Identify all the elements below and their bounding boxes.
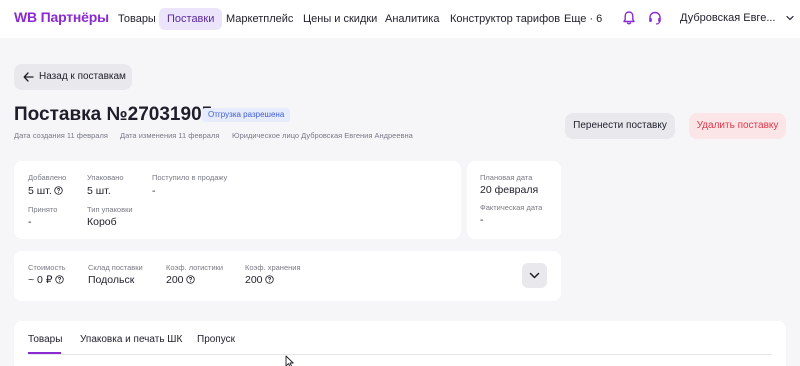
nav-item-analytics[interactable]: Аналитика	[377, 8, 447, 30]
back-button-label: Назад к поставкам	[39, 71, 126, 82]
added-value: 5 шт.	[28, 185, 63, 197]
status-badge: Отгрузка разрешена	[202, 108, 291, 122]
storage-coef-value: 200	[245, 274, 274, 286]
delete-supply-button[interactable]: Удалить поставку	[689, 113, 786, 139]
pack-type-label: Тип упаковки	[87, 205, 133, 214]
added-label: Добавлено	[28, 173, 67, 182]
on-sale-value: -	[152, 185, 156, 197]
supply-costs-card: Стоимость ~ 0 ₽ Склад поставки Подольск …	[14, 251, 561, 301]
cursor-icon	[285, 355, 294, 366]
expand-details-button[interactable]	[522, 263, 547, 288]
created-date: Дата создания 11 февраля	[14, 131, 108, 140]
question-icon[interactable]	[264, 275, 274, 284]
logistics-coef-label: Коэф. логистики	[166, 263, 224, 272]
active-tab-indicator	[28, 352, 61, 354]
modified-date: Дата изменения 11 февраля	[120, 131, 220, 140]
nav-item-marketplace[interactable]: Маркетплейс	[218, 8, 301, 30]
cost-value-text: ~ 0 ₽	[28, 274, 53, 286]
nav-item-more[interactable]: Еще · 6	[556, 8, 610, 30]
planned-date-label: Плановая дата	[480, 173, 533, 182]
actual-date-label: Фактическая дата	[480, 203, 543, 212]
page-title: Поставка №27031905	[14, 104, 213, 125]
question-icon[interactable]	[54, 186, 63, 195]
supply-dates-card: Плановая дата 20 февраля Фактическая дат…	[467, 161, 561, 239]
added-value-text: 5 шт.	[28, 185, 52, 197]
packed-value: 5 шт.	[87, 185, 111, 197]
headset-icon[interactable]	[647, 10, 663, 26]
tab-pass[interactable]: Пропуск	[197, 334, 235, 345]
move-supply-button[interactable]: Перенести поставку	[565, 113, 675, 139]
nav-item-tariff-constructor[interactable]: Конструктор тарифов	[442, 8, 568, 30]
question-icon[interactable]	[185, 275, 195, 284]
warehouse-value: Подольск	[88, 274, 135, 286]
tab-products[interactable]: Товары	[28, 334, 62, 345]
user-name[interactable]: Дубровская Евге...	[680, 12, 776, 24]
supply-details-card: Добавлено 5 шт. Упаковано 5 шт. Поступил…	[14, 161, 461, 239]
storage-coef-label: Коэф. хранения	[245, 263, 301, 272]
logistics-coef-value: 200	[166, 274, 195, 286]
accepted-label: Принято	[28, 205, 58, 214]
arrow-left-icon	[23, 72, 34, 82]
question-icon[interactable]	[54, 275, 64, 284]
on-sale-label: Поступило в продажу	[152, 173, 228, 182]
cost-label: Стоимость	[28, 263, 66, 272]
planned-date-value: 20 февраля	[480, 184, 539, 196]
legal-entity: Юридическое лицо Дубровская Евгения Андр…	[232, 131, 413, 140]
back-to-supplies-button[interactable]: Назад к поставкам	[14, 64, 132, 90]
cost-value: ~ 0 ₽	[28, 274, 64, 286]
nav-item-supplies[interactable]: Поставки	[159, 8, 223, 30]
chevron-down-icon[interactable]	[785, 13, 795, 23]
tabs-card: Товары Упаковка и печать ШК Пропуск	[14, 321, 786, 366]
bell-icon[interactable]	[621, 10, 637, 26]
pack-type-value: Короб	[87, 216, 117, 228]
logistics-coef-text: 200	[166, 274, 184, 286]
tab-packing-barcode[interactable]: Упаковка и печать ШК	[80, 334, 182, 345]
tabs-divider	[28, 354, 772, 355]
accepted-value: -	[28, 216, 32, 228]
nav-item-prices-discounts[interactable]: Цены и скидки	[295, 8, 385, 30]
warehouse-label: Склад поставки	[88, 263, 143, 272]
nav-item-products[interactable]: Товары	[110, 8, 164, 30]
actual-date-value: -	[480, 214, 484, 226]
wb-partners-logo[interactable]: WB Партнёры	[14, 9, 109, 25]
top-navigation-bar: WB Партнёры Товары Поставки Маркетплейс …	[0, 0, 800, 38]
chevron-down-icon	[529, 272, 540, 279]
storage-coef-text: 200	[245, 274, 263, 286]
packed-label: Упаковано	[87, 173, 124, 182]
